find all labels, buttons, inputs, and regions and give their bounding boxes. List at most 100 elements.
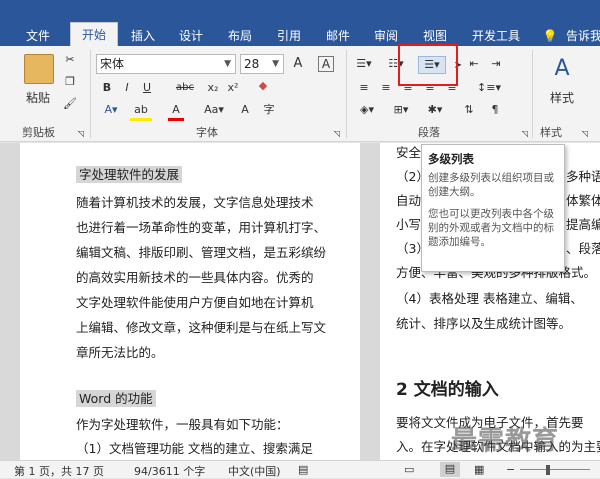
tooltip-desc-2: 您也可以更改列表中各个级别的外观或者为文档中的标题添加编号。: [428, 208, 554, 248]
shading-icon[interactable]: ◈▾: [356, 102, 378, 118]
left-page[interactable]: 字处理软件的发展 随着计算机技术的发展，文字信息处理技术 也进行着一场革命性的变…: [20, 143, 360, 460]
paragraph-line: 安全: [396, 145, 422, 160]
lightbulb-icon[interactable]: 💡: [540, 26, 560, 46]
ribbon-tabs: 文件 开始 插入 设计 布局 引用 邮件 审阅 视图 开发工具 💡 告诉我: [0, 0, 600, 46]
paragraph-line: 体繁体: [566, 193, 600, 208]
tooltip-title: 多级列表: [428, 152, 474, 166]
char-shading-icon[interactable]: A: [236, 102, 254, 118]
underline-icon[interactable]: U: [140, 80, 154, 96]
tell-me-search[interactable]: 告诉我: [566, 26, 600, 46]
paragraph-line: 编辑文稿、排版印刷、管理文档，是五彩缤纷: [76, 245, 327, 260]
tab-references[interactable]: 引用: [266, 26, 312, 46]
grow-font-icon[interactable]: A: [290, 56, 306, 72]
tab-developer[interactable]: 开发工具: [464, 26, 528, 46]
paragraph-line: 、段落: [566, 241, 600, 256]
divider: [346, 50, 347, 138]
zoom-slider[interactable]: [520, 469, 590, 470]
status-bar: 第 1 页，共 17 页 94/3611 个字 中文(中国) ▤ ▭ ▤ ▦ −: [0, 460, 600, 478]
text-effects-icon[interactable]: ◆: [254, 78, 272, 94]
strikethrough-icon[interactable]: abc: [170, 80, 200, 96]
word-count[interactable]: 94/3611 个字: [134, 463, 205, 479]
superscript-icon[interactable]: x²: [224, 80, 242, 96]
chinese-layout-icon[interactable]: ✱▾: [424, 102, 446, 118]
tab-insert[interactable]: 插入: [120, 26, 166, 46]
tab-view[interactable]: 视图: [412, 26, 458, 46]
paste-icon[interactable]: [24, 54, 54, 84]
styles-launcher-icon[interactable]: ◹: [580, 126, 590, 142]
macro-icon[interactable]: ▤: [298, 463, 308, 476]
paste-button-label[interactable]: 粘贴: [18, 90, 58, 106]
tab-mailings[interactable]: 邮件: [315, 26, 361, 46]
borders-icon[interactable]: ⊞▾: [390, 102, 412, 118]
paragraph-line: 的高效实用新技术的一些具体内容。优秀的: [76, 270, 314, 285]
heading-2: 2 文档的输入: [396, 380, 499, 400]
section-heading-2: Word 的功能: [76, 390, 156, 407]
font-name-dropdown[interactable]: 宋体 ▼: [96, 54, 236, 74]
highlight-box: [398, 44, 458, 86]
line-spacing-icon[interactable]: ↕≡▾: [476, 80, 502, 96]
tab-file[interactable]: 文件: [14, 26, 62, 46]
chevron-down-icon: ▼: [224, 59, 231, 69]
enclose-char-icon[interactable]: 字: [260, 102, 278, 118]
decrease-indent-icon[interactable]: ⇤: [466, 56, 482, 72]
paragraph-line: 多种语: [566, 169, 600, 184]
font-name-value: 宋体: [100, 57, 125, 71]
paragraph-line: 上编辑、修改文章，这种便利是与在纸上写文: [76, 320, 327, 335]
font-launcher-icon[interactable]: ◹: [332, 126, 342, 142]
clear-format-icon[interactable]: A: [318, 56, 334, 72]
paragraph-line: 也进行着一场革命性的变革，用计算机打字、: [76, 220, 327, 235]
change-case-icon[interactable]: Aa▾: [200, 102, 228, 118]
tab-layout[interactable]: 布局: [217, 26, 263, 46]
chevron-down-icon: ▼: [272, 59, 279, 69]
italic-icon[interactable]: I: [120, 80, 134, 96]
font-color-icon[interactable]: A: [168, 102, 184, 121]
divider: [532, 50, 533, 138]
styles-group-label: 样式: [540, 126, 562, 139]
styles-icon[interactable]: A: [548, 54, 576, 84]
subscript-icon[interactable]: x₂: [204, 80, 222, 96]
paragraph-line: 随着计算机技术的发展，文字信息处理技术: [76, 195, 314, 210]
font-size-value: 28: [244, 57, 260, 71]
align-left-icon[interactable]: ≡: [356, 80, 372, 96]
text-effect-icon[interactable]: A▾: [100, 102, 122, 118]
sort-icon[interactable]: ⇅: [458, 102, 480, 118]
copy-icon[interactable]: ❐: [62, 74, 78, 90]
tab-design[interactable]: 设计: [168, 26, 214, 46]
cut-icon[interactable]: ✂: [62, 52, 78, 68]
tooltip-desc-1: 创建多级列表以组织项目或创建大纲。: [428, 172, 554, 198]
increase-indent-icon[interactable]: ⇥: [488, 56, 504, 72]
bullets-icon[interactable]: ☰▾: [354, 56, 374, 72]
zoom-out-icon[interactable]: −: [506, 463, 515, 476]
tab-home[interactable]: 开始: [70, 22, 118, 46]
clipboard-group-label: 剪贴板: [22, 126, 55, 139]
paragraph-launcher-icon[interactable]: ◹: [520, 126, 530, 142]
web-layout-icon[interactable]: ▦: [474, 463, 484, 476]
language[interactable]: 中文(中国): [228, 463, 281, 479]
tab-review[interactable]: 审阅: [363, 26, 409, 46]
section-heading-text: 字处理软件的发展: [76, 166, 183, 183]
align-center-icon[interactable]: ≡: [378, 80, 394, 96]
zoom-slider-thumb[interactable]: [546, 465, 550, 475]
paragraph-line: 统计、排序以及生成统计图等。: [396, 316, 572, 331]
print-layout-icon[interactable]: ▤: [440, 462, 460, 477]
format-painter-icon[interactable]: 🖌: [62, 96, 78, 112]
paragraph-line: 作为字处理软件，一般具有如下功能：: [76, 417, 289, 432]
divider: [90, 50, 91, 138]
paragraph-line: （1）文档管理功能 文档的建立、搜索满足: [76, 441, 313, 456]
paragraph-line: （4）表格处理 表格建立、编辑、: [396, 291, 583, 306]
multilevel-list-tooltip: 多级列表 创建多级列表以组织项目或创建大纲。 您也可以更改列表中各个级别的外观或…: [421, 144, 565, 272]
highlight-icon[interactable]: ab: [130, 102, 152, 121]
paragraph-group-label: 段落: [418, 126, 440, 139]
clipboard-launcher-icon[interactable]: ◹: [76, 126, 86, 142]
watermark: 最需教育: [451, 426, 560, 456]
read-mode-icon[interactable]: ▭: [404, 463, 414, 476]
paragraph-line: 文字处理软件能使用户方便自如地在计算机: [76, 295, 314, 310]
styles-button-label[interactable]: 样式: [544, 90, 580, 106]
page-count[interactable]: 第 1 页，共 17 页: [14, 463, 104, 479]
paragraph-line: 提高编: [566, 217, 600, 232]
bold-icon[interactable]: B: [100, 80, 114, 96]
font-size-dropdown[interactable]: 28 ▼: [240, 54, 284, 74]
paragraph-line: 章所无法比的。: [76, 345, 164, 360]
section-heading-2-text: Word 的功能: [76, 390, 156, 407]
show-marks-icon[interactable]: ¶: [486, 102, 504, 118]
